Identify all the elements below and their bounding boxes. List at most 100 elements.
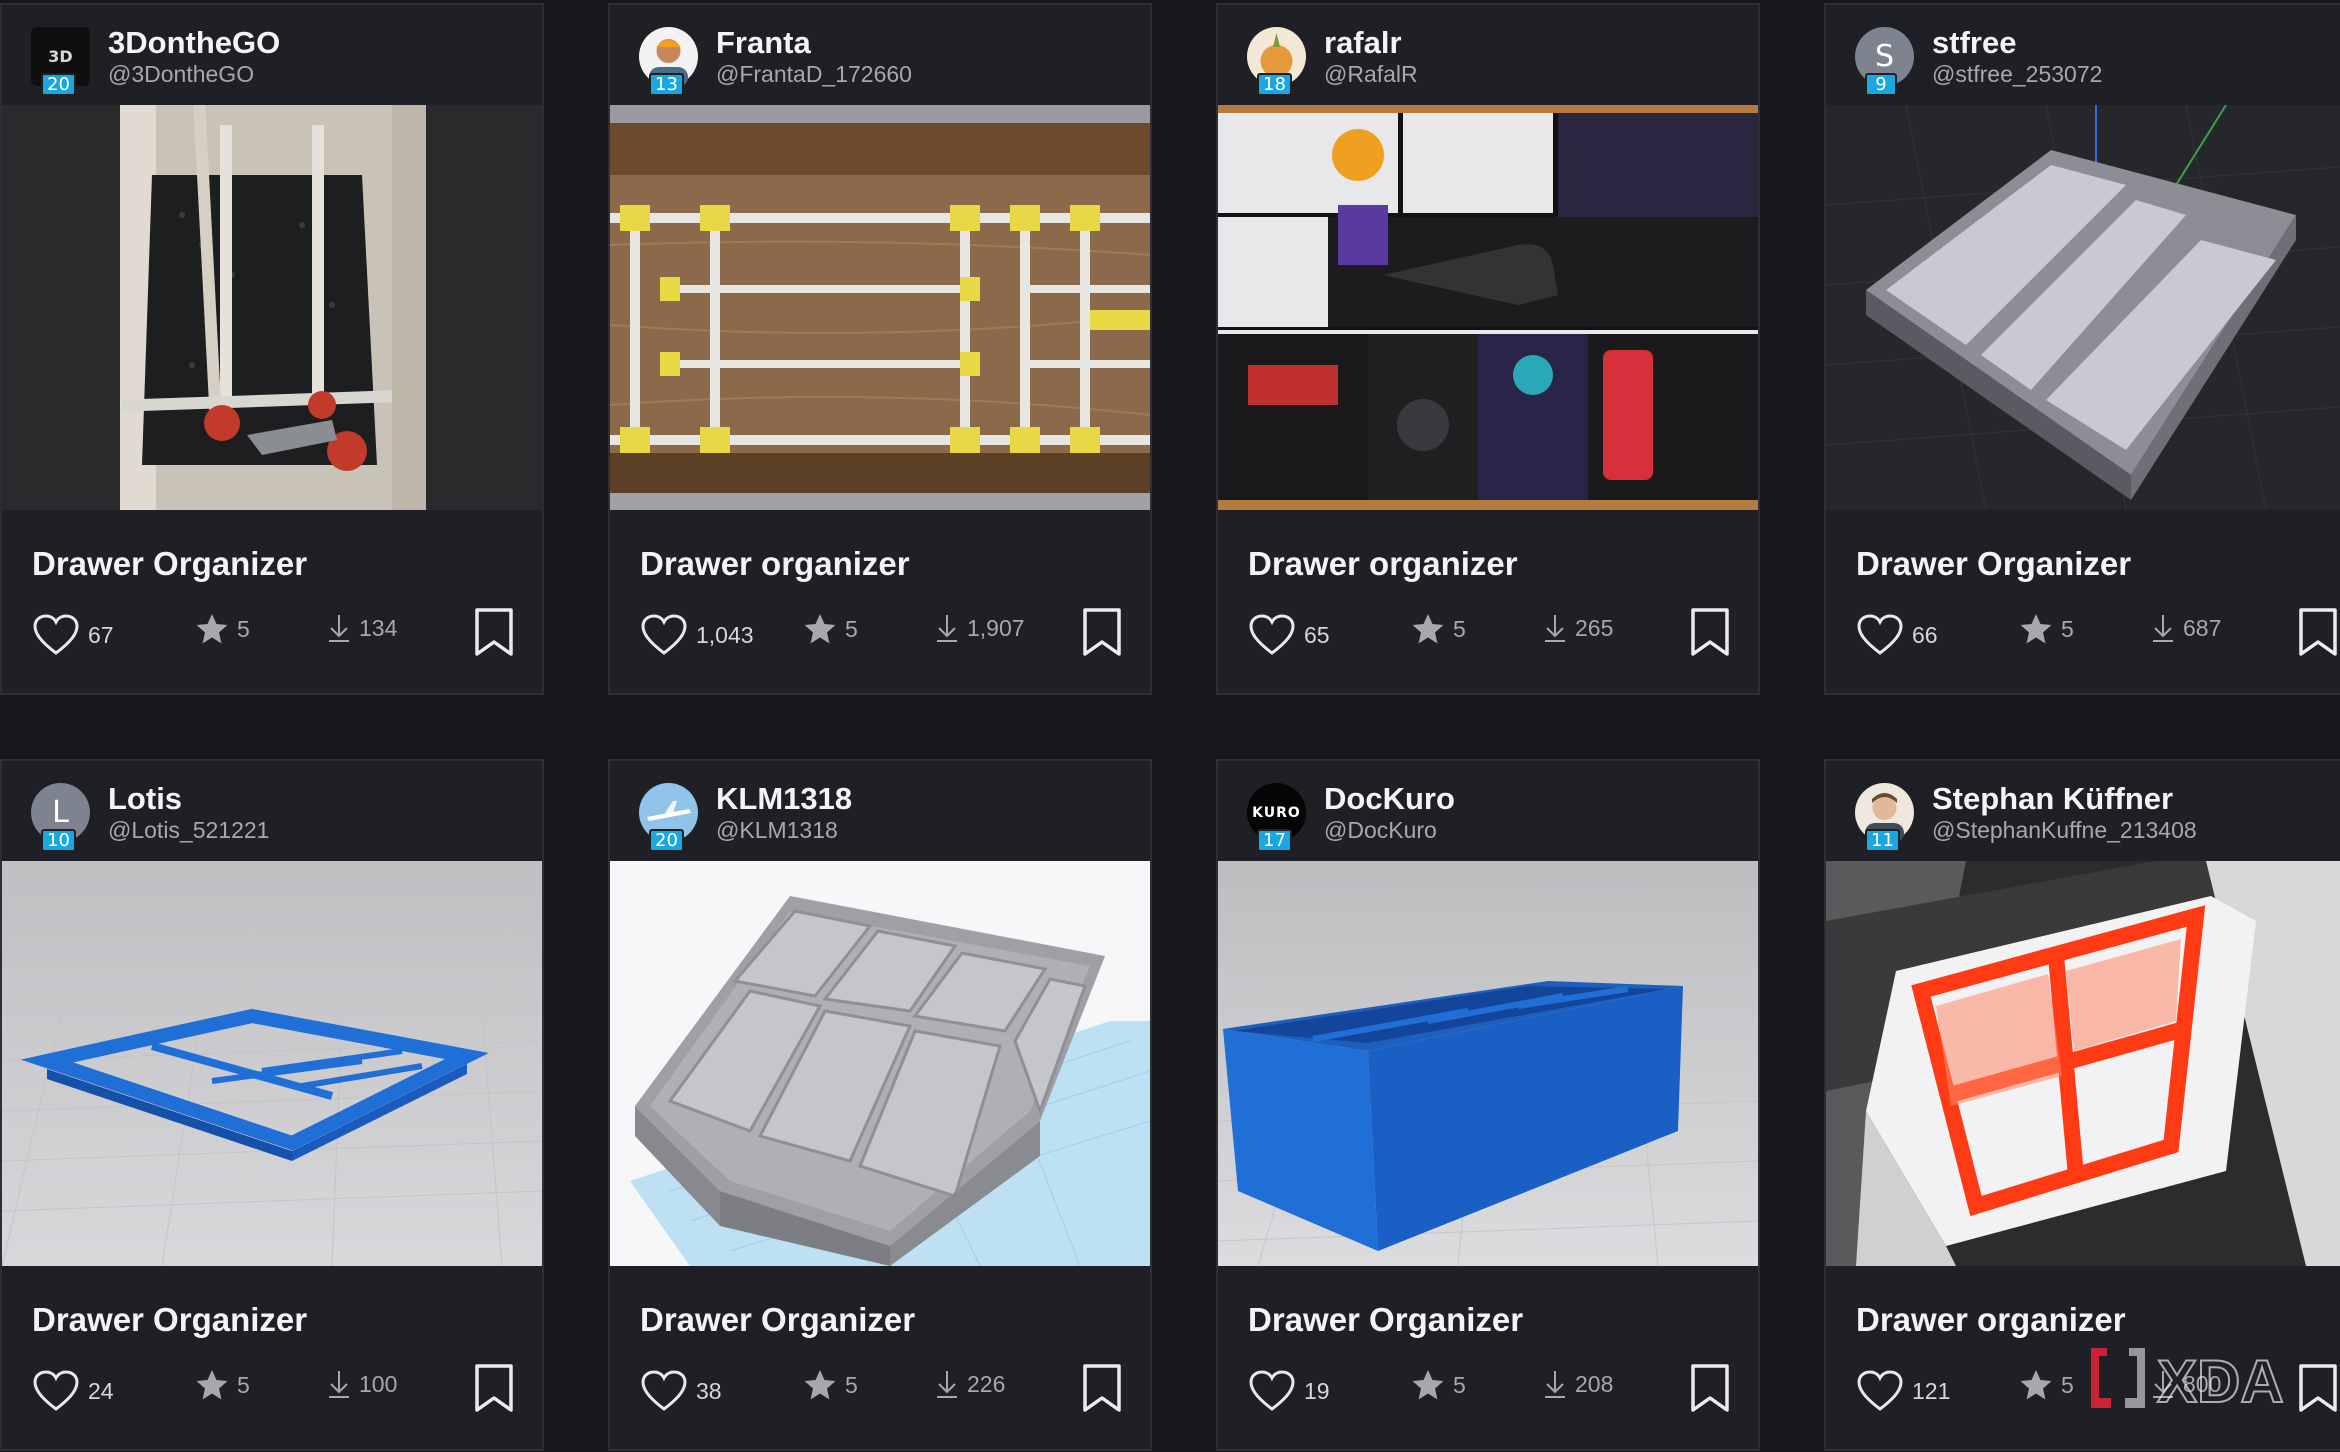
downloads: 100 — [327, 1369, 397, 1399]
user-avatar[interactable]: 11 — [1855, 783, 1914, 852]
model-thumbnail[interactable] — [610, 861, 1150, 1266]
model-title[interactable]: Drawer Organizer — [640, 1301, 915, 1339]
like-button[interactable]: 19 — [1248, 1369, 1330, 1413]
bookmark-icon[interactable] — [1690, 607, 1730, 657]
user-handle[interactable]: @Lotis_521221 — [108, 817, 269, 844]
model-card[interactable]: S 9 stfree @stfree_253072 Drawer Organiz… — [1824, 3, 2340, 695]
thumbnail-image — [1218, 861, 1758, 1266]
downloads-count: 687 — [2183, 614, 2222, 641]
model-title[interactable]: Drawer Organizer — [1856, 545, 2131, 583]
model-title[interactable]: Drawer Organizer — [32, 545, 307, 583]
user-avatar[interactable]: KURO 17 — [1247, 783, 1306, 852]
downloads: 1,907 — [935, 613, 1025, 643]
model-card[interactable]: KURO 17 DocKuro @DocKuro Drawer Organize… — [1216, 759, 1760, 1451]
download-icon — [937, 1371, 957, 1398]
user-avatar[interactable]: 13 — [639, 27, 698, 96]
heart-icon — [1249, 614, 1295, 655]
like-button[interactable]: 67 — [32, 613, 114, 657]
model-thumbnail[interactable] — [1218, 861, 1758, 1266]
rating: 5 — [195, 613, 250, 645]
user-handle[interactable]: @DocKuro — [1324, 817, 1437, 844]
thumbnail-image — [610, 105, 1150, 510]
bookmark-icon[interactable] — [1690, 1363, 1730, 1413]
rating: 5 — [2019, 1369, 2074, 1401]
user-handle[interactable]: @KLM1318 — [716, 817, 838, 844]
level-badge: 20 — [649, 829, 684, 852]
like-button[interactable]: 24 — [32, 1369, 114, 1413]
rating: 5 — [195, 1369, 250, 1401]
model-card[interactable]: 13 Franta @FrantaD_172660 Drawer organiz… — [608, 3, 1152, 695]
star-icon — [1412, 1370, 1444, 1400]
download-icon — [1545, 615, 1565, 642]
model-card[interactable]: 18 rafalr @RafalR Drawer organizer 65 5 … — [1216, 3, 1760, 695]
bookmark-icon[interactable] — [1082, 1363, 1122, 1413]
model-card[interactable]: L 10 Lotis @Lotis_521221 Drawer Organize… — [0, 759, 544, 1451]
like-button[interactable]: 38 — [640, 1369, 722, 1413]
username[interactable]: DocKuro — [1324, 781, 1455, 817]
model-card[interactable]: 3D 20 3DontheGO @3DontheGO Drawer Organi… — [0, 3, 544, 695]
rating-value: 5 — [237, 1371, 250, 1398]
model-title[interactable]: Drawer organizer — [1248, 545, 1518, 583]
thumbnail-image — [1826, 861, 2340, 1266]
like-button[interactable]: 66 — [1856, 613, 1938, 657]
download-icon — [2153, 615, 2173, 642]
rating-value: 5 — [2061, 1371, 2074, 1398]
model-title[interactable]: Drawer Organizer — [32, 1301, 307, 1339]
model-title[interactable]: Drawer Organizer — [1248, 1301, 1523, 1339]
user-handle[interactable]: @stfree_253072 — [1932, 61, 2102, 88]
heart-icon — [1857, 614, 1903, 655]
heart-icon — [641, 1370, 687, 1411]
rating-value: 5 — [1453, 615, 1466, 642]
model-thumbnail[interactable] — [1826, 861, 2340, 1266]
username[interactable]: stfree — [1932, 25, 2016, 61]
user-handle[interactable]: @FrantaD_172660 — [716, 61, 912, 88]
downloads-count: 1,907 — [967, 614, 1025, 641]
bookmark-icon[interactable] — [1082, 607, 1122, 657]
likes-count: 121 — [1912, 1377, 1951, 1404]
username[interactable]: Stephan Küffner — [1932, 781, 2173, 817]
model-title[interactable]: Drawer organizer — [1856, 1301, 2126, 1339]
like-button[interactable]: 65 — [1248, 613, 1330, 657]
star-icon — [1412, 614, 1444, 644]
bookmark-icon[interactable] — [474, 1363, 514, 1413]
thumbnail-image — [1218, 105, 1758, 510]
model-thumbnail[interactable] — [2, 105, 542, 510]
rating: 5 — [1411, 613, 1466, 645]
model-thumbnail[interactable] — [610, 105, 1150, 510]
username[interactable]: Franta — [716, 25, 811, 61]
likes-count: 67 — [88, 621, 114, 648]
username[interactable]: KLM1318 — [716, 781, 852, 817]
star-icon — [196, 614, 228, 644]
card-header: 11 Stephan Küffner @StephanKuffne_213408 — [1826, 761, 2340, 861]
user-avatar[interactable]: L 10 — [31, 783, 90, 852]
bookmark-icon[interactable] — [2298, 607, 2338, 657]
rating: 5 — [1411, 1369, 1466, 1401]
user-avatar[interactable]: S 9 — [1855, 27, 1914, 96]
card-header: S 9 stfree @stfree_253072 — [1826, 5, 2340, 105]
card-header: 3D 20 3DontheGO @3DontheGO — [2, 5, 542, 105]
model-card[interactable]: 20 KLM1318 @KLM1318 Drawer Organizer 38 … — [608, 759, 1152, 1451]
username[interactable]: Lotis — [108, 781, 182, 817]
user-avatar[interactable]: 3D 20 — [31, 27, 90, 96]
user-handle[interactable]: @StephanKuffne_213408 — [1932, 817, 2197, 844]
model-title[interactable]: Drawer organizer — [640, 545, 910, 583]
model-thumbnail[interactable] — [1826, 105, 2340, 510]
model-thumbnail[interactable] — [2, 861, 542, 1266]
watermark-text: XDA — [2157, 1348, 2284, 1415]
level-badge: 9 — [1865, 73, 1897, 96]
user-avatar[interactable]: 18 — [1247, 27, 1306, 96]
star-icon — [804, 1370, 836, 1400]
user-handle[interactable]: @3DontheGO — [108, 61, 254, 88]
card-header: L 10 Lotis @Lotis_521221 — [2, 761, 542, 861]
username[interactable]: 3DontheGO — [108, 25, 280, 61]
user-avatar[interactable]: 20 — [639, 783, 698, 852]
username[interactable]: rafalr — [1324, 25, 1402, 61]
like-button[interactable]: 1,043 — [640, 613, 754, 657]
model-stats: 1,043 5 1,907 — [610, 605, 1150, 665]
like-button[interactable]: 121 — [1856, 1369, 1950, 1413]
user-handle[interactable]: @RafalR — [1324, 61, 1418, 88]
star-icon — [196, 1370, 228, 1400]
model-thumbnail[interactable] — [1218, 105, 1758, 510]
downloads: 208 — [1543, 1369, 1613, 1399]
bookmark-icon[interactable] — [474, 607, 514, 657]
